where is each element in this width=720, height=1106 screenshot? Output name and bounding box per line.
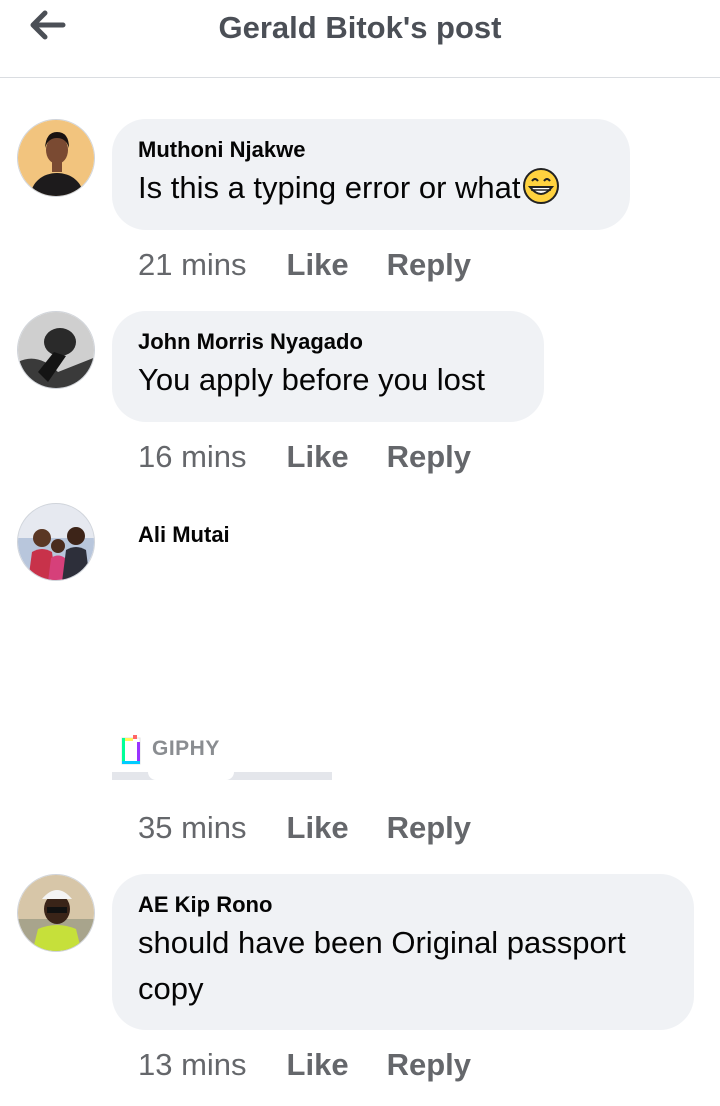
gif-preview-edge <box>148 772 234 780</box>
gif-attachment[interactable]: GIPHY <box>120 732 220 766</box>
avatar[interactable] <box>17 874 95 952</box>
comment-meta: 35 mins Like Reply <box>138 808 471 848</box>
comment-text-content: Is this a typing error or what <box>138 170 521 205</box>
comment-time[interactable]: 13 mins <box>138 1045 247 1085</box>
page-title: Gerald Bitok's post <box>218 10 502 45</box>
profile-photo-icon <box>18 312 94 388</box>
comment-bubble: John Morris Nyagado You apply before you… <box>112 311 544 422</box>
like-button[interactable]: Like <box>287 1045 349 1085</box>
comment-bubble: Muthoni Njakwe Is this a typing error or… <box>112 119 630 230</box>
comment-author[interactable]: John Morris Nyagado <box>138 329 518 355</box>
comment-text-line: copy <box>138 971 204 1006</box>
profile-photo-icon <box>18 504 94 580</box>
comment-author[interactable]: AE Kip Rono <box>138 892 668 918</box>
comment-time[interactable]: 16 mins <box>138 437 247 477</box>
grinning-face-icon <box>522 168 559 204</box>
like-button[interactable]: Like <box>287 437 349 477</box>
reply-button[interactable]: Reply <box>387 245 471 285</box>
comment-time[interactable]: 35 mins <box>138 808 247 848</box>
comment-bubble: AE Kip Rono should have been Original pa… <box>112 874 694 1030</box>
like-button[interactable]: Like <box>287 245 349 285</box>
top-bar: Gerald Bitok's post <box>0 0 720 78</box>
comment-text: Is this a typing error or what <box>138 165 604 211</box>
profile-photo-icon <box>18 120 94 196</box>
reply-button[interactable]: Reply <box>387 1045 471 1085</box>
comment-meta: 13 mins Like Reply <box>138 1045 471 1085</box>
reply-button[interactable]: Reply <box>387 437 471 477</box>
comment-text-line: should have been Original passport <box>138 925 626 960</box>
comment-text: You apply before you lost <box>138 362 485 397</box>
comment-author[interactable]: Muthoni Njakwe <box>138 137 604 163</box>
giphy-label: GIPHY <box>152 737 220 760</box>
avatar[interactable] <box>17 119 95 197</box>
giphy-logo-icon <box>121 735 141 765</box>
comment-author[interactable]: Ali Mutai <box>138 522 230 548</box>
comment-time[interactable]: 21 mins <box>138 245 247 285</box>
comment-meta: 21 mins Like Reply <box>138 245 471 285</box>
comment-text: should have been Original passport copy <box>138 920 668 1012</box>
like-button[interactable]: Like <box>287 808 349 848</box>
avatar[interactable] <box>17 311 95 389</box>
comment-meta: 16 mins Like Reply <box>138 437 471 477</box>
reply-button[interactable]: Reply <box>387 808 471 848</box>
profile-photo-icon <box>18 875 94 951</box>
avatar[interactable] <box>17 503 95 581</box>
